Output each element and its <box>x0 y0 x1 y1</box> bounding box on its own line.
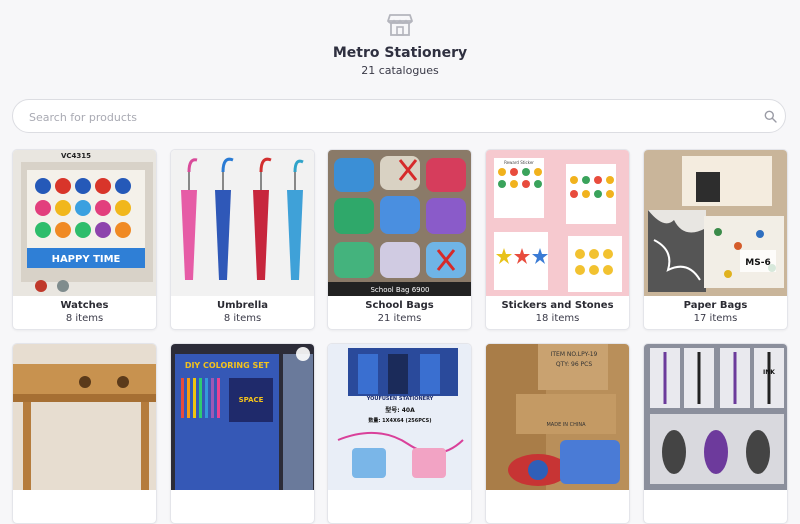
coloring-set-thumbnail: DIY COLORING SET SPACE <box>171 344 314 490</box>
catalogue-title: Watches <box>60 300 109 311</box>
catalogue-card-stickers-and-stones[interactable]: Reward Sticker Stickers and Stones 18 it… <box>485 149 630 330</box>
catalogue-card-school-bags[interactable]: School Bag 6900 School Bags 21 items <box>327 149 472 330</box>
catalogue-count: 21 catalogues <box>361 64 439 77</box>
pencil-cases-brand: YOUFUSEN STATIONERY <box>366 396 434 402</box>
catalogue-title: Paper Bags <box>683 300 748 311</box>
catalogue-card-umbrella[interactable]: Umbrella 8 items <box>170 149 315 330</box>
catalogue-item-count: 21 items <box>377 313 422 324</box>
catalogue-title: Umbrella <box>216 300 268 311</box>
pencil-cases-thumbnail: YOUFUSEN STATIONERY 型号: 40A 数量: 1X4X64 (… <box>328 344 471 490</box>
catalogue-card-paper-bags[interactable]: MS-6 Paper Bags 17 items <box>643 149 788 330</box>
catalogue-card-pencil-cases[interactable]: YOUFUSEN STATIONERY 型号: 40A 数量: 1X4X64 (… <box>327 343 472 524</box>
ink-label: INK <box>763 369 775 376</box>
catalogue-item-count: 18 items <box>535 313 580 324</box>
catalogue-item-count: 17 items <box>693 313 738 324</box>
paper-bags-model-label: MS-6 <box>745 258 770 268</box>
watches-box-label: HAPPY TIME <box>52 254 121 265</box>
school-bags-thumbnail: School Bag 6900 <box>328 150 471 296</box>
coloring-set-space-label: SPACE <box>239 396 264 404</box>
pens-thumbnail: INK <box>644 344 787 490</box>
stickers-thumbnail: Reward Sticker <box>486 150 629 296</box>
pencil-cases-qty: 数量: 1X4X64 (256PCS) <box>368 417 431 424</box>
carton-origin: MADE IN CHINA <box>546 422 586 428</box>
catalogue-card-pens[interactable]: INK <box>643 343 788 524</box>
catalogue-card-cartons[interactable]: ITEM NO.LPY-19 QTY: 96 PCS MADE IN CHINA <box>485 343 630 524</box>
catalogue-title: Stickers and Stones <box>501 300 614 311</box>
sticker-sheet-label: Reward Sticker <box>504 160 534 165</box>
catalogue-item-count: 8 items <box>223 313 262 324</box>
store-name: Metro Stationery <box>332 45 468 61</box>
catalogue-title: School Bags <box>365 300 434 311</box>
watches-model-label: VC4315 <box>61 152 91 160</box>
catalogue-card-desk[interactable] <box>12 343 157 524</box>
catalogue-item-count: 8 items <box>65 313 104 324</box>
cartons-thumbnail: ITEM NO.LPY-19 QTY: 96 PCS MADE IN CHINA <box>486 344 629 490</box>
search-bar[interactable] <box>12 99 786 134</box>
search-icon[interactable] <box>764 110 777 123</box>
catalogue-card-watches[interactable]: HAPPY TIME VC4315 Watches 8 items <box>12 149 157 330</box>
umbrella-thumbnail <box>171 150 314 296</box>
storefront-icon <box>387 14 413 36</box>
catalogue-card-coloring-set[interactable]: DIY COLORING SET SPACE <box>170 343 315 524</box>
pencil-cases-model: 型号: 40A <box>385 406 415 414</box>
desk-thumbnail <box>13 344 156 490</box>
watches-thumbnail: HAPPY TIME VC4315 <box>13 150 156 296</box>
search-input[interactable] <box>27 100 751 134</box>
carton-item-no: ITEM NO.LPY-19 <box>551 351 598 358</box>
carton-qty: QTY: 96 PCS <box>556 361 593 368</box>
paper-bags-thumbnail: MS-6 <box>644 150 787 296</box>
school-bags-label: School Bag 6900 <box>370 286 429 294</box>
coloring-set-label: DIY COLORING SET <box>185 361 270 370</box>
